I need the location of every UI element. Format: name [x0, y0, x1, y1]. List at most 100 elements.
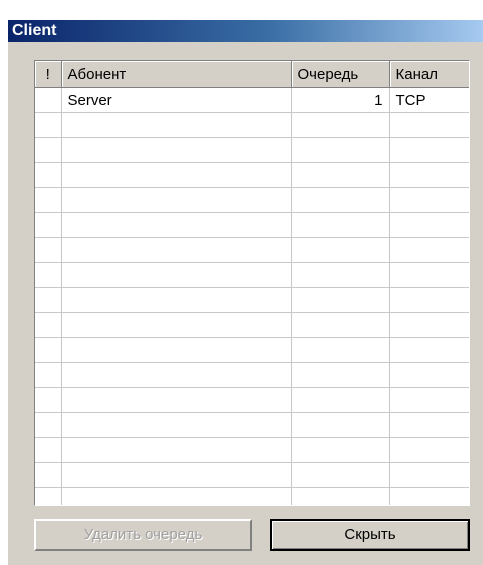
column-header-subscriber[interactable]: Абонент: [61, 61, 292, 88]
cell-flag: [35, 237, 62, 263]
cell-channel: [389, 387, 469, 413]
cell-queue: [291, 337, 390, 363]
table-row[interactable]: [35, 462, 469, 488]
queue-table: ! Абонент Очередь Канал Server 1 TCP: [35, 61, 469, 505]
table-row[interactable]: [35, 412, 469, 438]
table-row[interactable]: Server 1 TCP: [35, 87, 469, 113]
table-row[interactable]: [35, 337, 469, 363]
cell-channel: [389, 212, 469, 238]
cell-flag: [35, 437, 62, 463]
table-row[interactable]: [35, 162, 469, 188]
cell-flag: [35, 87, 62, 113]
table-row[interactable]: [35, 437, 469, 463]
cell-channel: [389, 412, 469, 438]
table-row[interactable]: [35, 387, 469, 413]
cell-queue: 1: [291, 87, 390, 113]
cell-channel: [389, 437, 469, 463]
cell-subscriber: [61, 312, 292, 338]
cell-subscriber: [61, 462, 292, 488]
cell-subscriber: [61, 337, 292, 363]
cell-subscriber: [61, 162, 292, 188]
queue-grid[interactable]: ! Абонент Очередь Канал Server 1 TCP: [34, 60, 470, 506]
cell-subscriber: [61, 212, 292, 238]
cell-channel: [389, 262, 469, 288]
cell-queue: [291, 262, 390, 288]
cell-queue: [291, 437, 390, 463]
cell-channel: [389, 462, 469, 488]
cell-flag: [35, 162, 62, 188]
cell-channel: [389, 362, 469, 388]
cell-queue: [291, 212, 390, 238]
cell-subscriber: Server: [61, 87, 292, 113]
table-row[interactable]: [35, 487, 469, 505]
cell-subscriber: [61, 262, 292, 288]
hide-button[interactable]: Скрыть: [270, 519, 470, 551]
cell-channel: [389, 487, 469, 505]
table-row[interactable]: [35, 262, 469, 288]
cell-subscriber: [61, 487, 292, 505]
cell-flag: [35, 387, 62, 413]
cell-queue: [291, 362, 390, 388]
cell-flag: [35, 112, 62, 138]
table-row[interactable]: [35, 312, 469, 338]
cell-channel: [389, 162, 469, 188]
table-row[interactable]: [35, 112, 469, 138]
cell-channel: [389, 287, 469, 313]
cell-flag: [35, 287, 62, 313]
desktop-strip-top: [0, 0, 483, 20]
cell-flag: [35, 212, 62, 238]
desktop-strip-left: [0, 20, 8, 565]
table-row[interactable]: [35, 187, 469, 213]
cell-queue: [291, 487, 390, 505]
table-body: Server 1 TCP: [35, 87, 469, 505]
cell-channel: [389, 137, 469, 163]
cell-queue: [291, 137, 390, 163]
cell-flag: [35, 187, 62, 213]
cell-flag: [35, 487, 62, 505]
table-header-row: ! Абонент Очередь Канал: [35, 61, 469, 88]
table-row[interactable]: [35, 362, 469, 388]
column-header-queue[interactable]: Очередь: [291, 61, 390, 88]
cell-queue: [291, 112, 390, 138]
window-title-bar[interactable]: Client: [8, 20, 483, 42]
delete-queue-button[interactable]: Удалить очередь: [34, 519, 252, 551]
column-header-flag[interactable]: !: [35, 61, 62, 88]
cell-subscriber: [61, 237, 292, 263]
client-window: Client ! Абонент Очередь Канал Server 1 TC…: [0, 0, 483, 565]
cell-flag: [35, 337, 62, 363]
cell-subscriber: [61, 437, 292, 463]
cell-queue: [291, 412, 390, 438]
cell-flag: [35, 462, 62, 488]
cell-channel: [389, 337, 469, 363]
cell-queue: [291, 312, 390, 338]
cell-flag: [35, 312, 62, 338]
cell-subscriber: [61, 287, 292, 313]
window-title: Client: [12, 22, 57, 39]
column-header-channel[interactable]: Канал: [389, 61, 469, 88]
cell-queue: [291, 237, 390, 263]
table-row[interactable]: [35, 237, 469, 263]
cell-channel: [389, 237, 469, 263]
cell-flag: [35, 362, 62, 388]
cell-flag: [35, 137, 62, 163]
cell-subscriber: [61, 187, 292, 213]
cell-channel: TCP: [389, 87, 469, 113]
cell-subscriber: [61, 362, 292, 388]
cell-channel: [389, 187, 469, 213]
cell-queue: [291, 387, 390, 413]
cell-flag: [35, 262, 62, 288]
cell-flag: [35, 412, 62, 438]
cell-queue: [291, 287, 390, 313]
table-row[interactable]: [35, 212, 469, 238]
cell-subscriber: [61, 387, 292, 413]
cell-queue: [291, 187, 390, 213]
table-row[interactable]: [35, 137, 469, 163]
cell-subscriber: [61, 112, 292, 138]
cell-channel: [389, 312, 469, 338]
cell-subscriber: [61, 412, 292, 438]
cell-queue: [291, 162, 390, 188]
cell-channel: [389, 112, 469, 138]
cell-subscriber: [61, 137, 292, 163]
cell-queue: [291, 462, 390, 488]
table-row[interactable]: [35, 287, 469, 313]
